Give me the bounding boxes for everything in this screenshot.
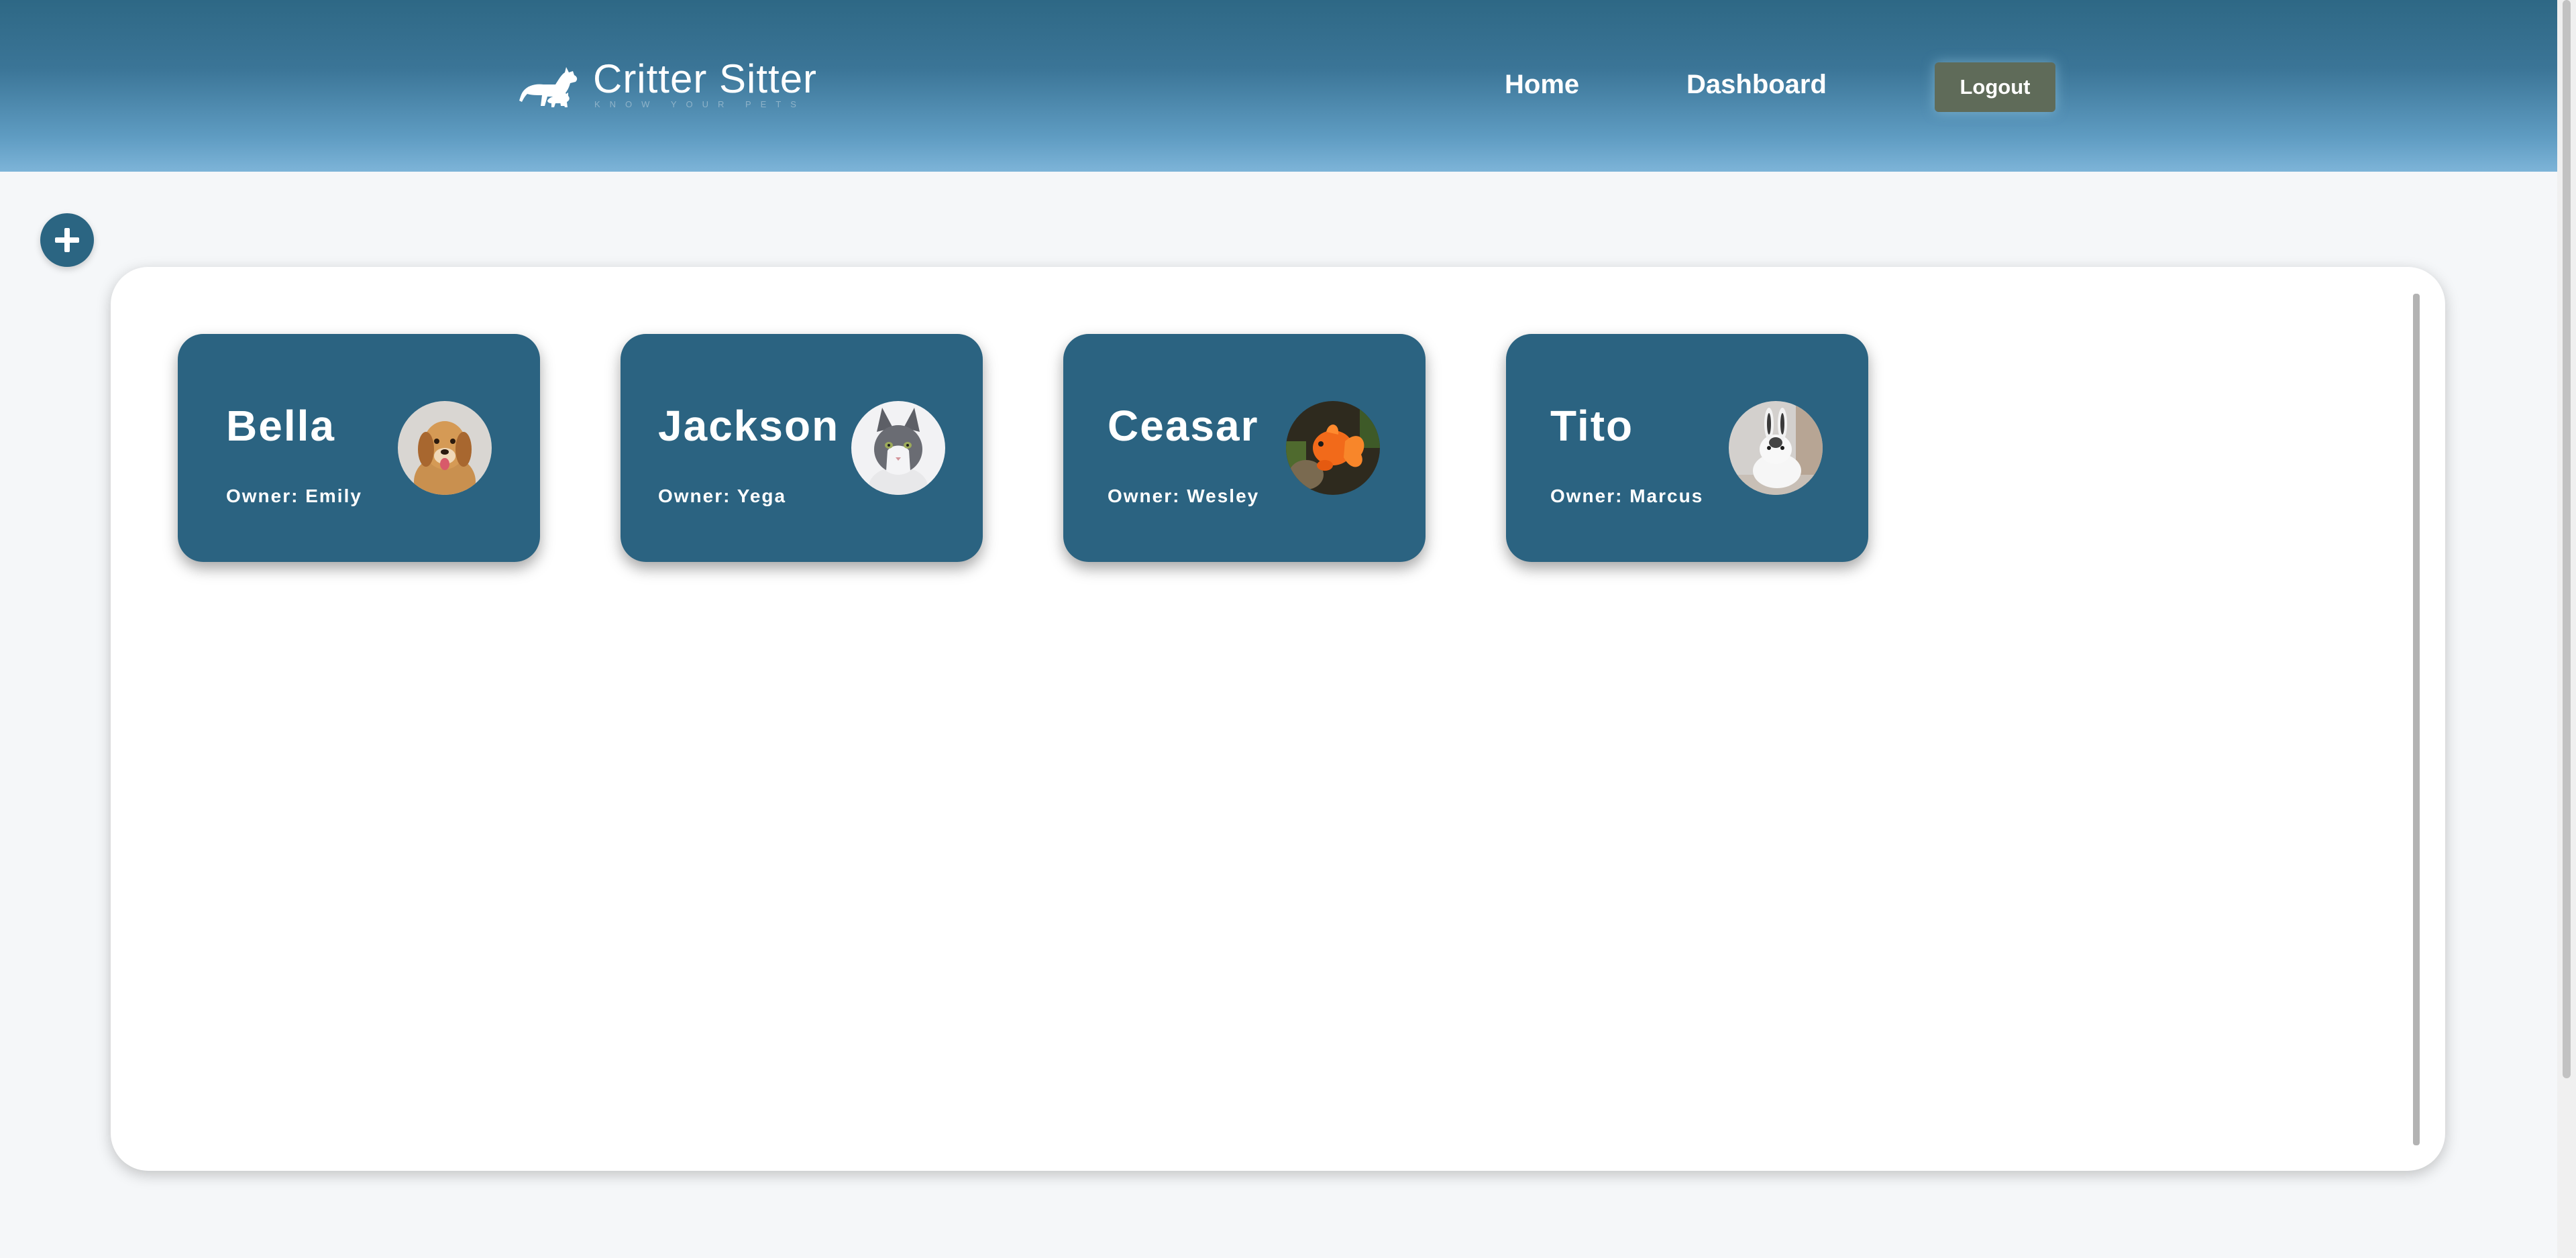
pet-card-ceasar[interactable]: Ceasar Owner: Wesley — [1063, 334, 1426, 562]
page-scrollbar-thumb[interactable] — [2563, 0, 2571, 1078]
app-logo[interactable]: Critter Sitter Know your pets — [517, 58, 817, 118]
app-title: Critter Sitter — [593, 56, 818, 101]
add-pet-button[interactable] — [40, 213, 94, 267]
page-scrollbar[interactable] — [2557, 0, 2576, 1258]
pet-owner: Owner: Wesley — [1108, 485, 1260, 506]
nav-dashboard-link[interactable]: Dashboard — [1686, 70, 1827, 100]
pet-name: Bella — [226, 402, 335, 450]
logout-button[interactable]: Logout — [1935, 62, 2055, 112]
dog-photo — [398, 401, 492, 495]
app-root: Critter Sitter Know your pets Home Dashb… — [0, 0, 2576, 1258]
cat-photo — [851, 401, 945, 495]
pets-logo-icon — [519, 67, 578, 107]
pet-card-bella[interactable]: Bella Owner: Emily — [178, 334, 540, 562]
rabbit-photo — [1729, 401, 1823, 495]
pet-name: Tito — [1550, 402, 1634, 450]
pet-owner: Owner: Marcus — [1550, 485, 1704, 506]
pet-owner: Owner: Yega — [658, 485, 787, 506]
plus-icon — [55, 228, 79, 252]
pet-owner: Owner: Emily — [226, 485, 362, 506]
nav-home-link[interactable]: Home — [1505, 70, 1579, 100]
pet-card-jackson[interactable]: Jackson Owner: Yega — [621, 334, 983, 562]
pet-name: Jackson — [658, 402, 840, 450]
app-tagline: Know your pets — [594, 99, 806, 109]
goldfish-photo — [1286, 401, 1380, 495]
top-header: Critter Sitter Know your pets Home Dashb… — [0, 0, 2557, 172]
logo-text: Critter Sitter Know your pets — [593, 56, 818, 110]
pet-name: Ceasar — [1108, 402, 1259, 450]
pet-card-tito[interactable]: Tito Owner: Marcus — [1506, 334, 1868, 562]
panel-scrollbar[interactable] — [2413, 294, 2420, 1145]
